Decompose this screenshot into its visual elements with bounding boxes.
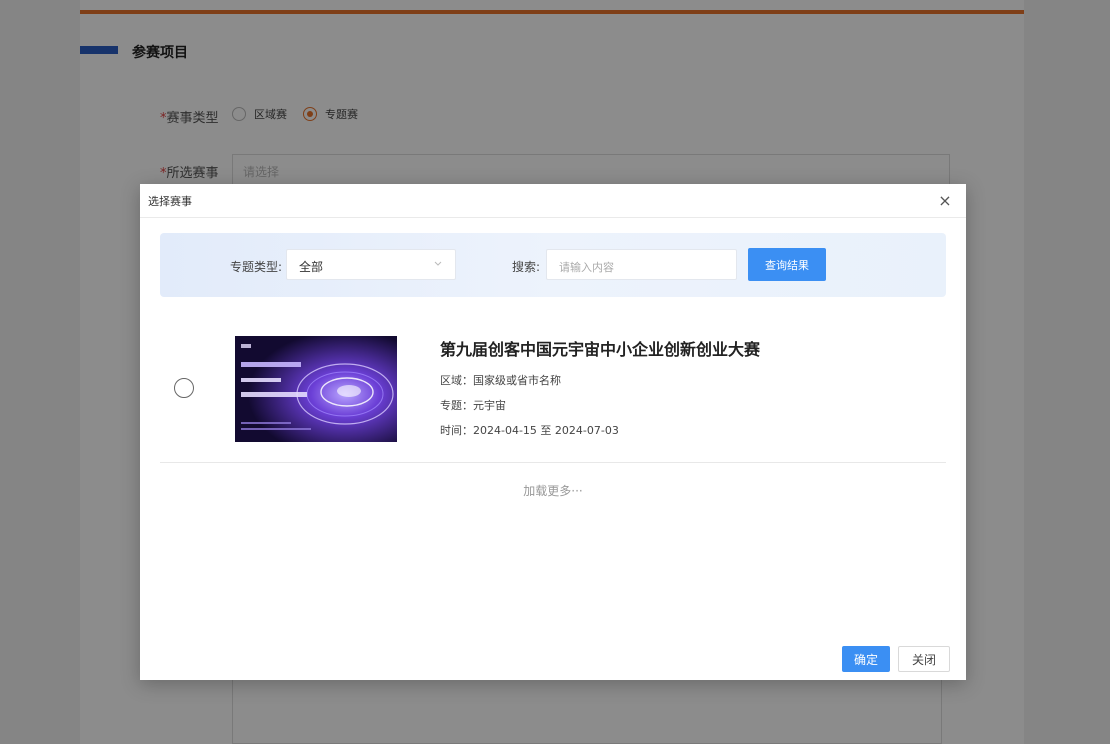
dialog-header: 选择赛事 × [140,184,966,218]
result-item[interactable]: 第九届创客中国元宇宙中小企业创新创业大赛 区域：国家级或省市名称 专题：元宇宙 … [160,324,946,463]
close-icon[interactable]: × [936,191,954,210]
result-radio[interactable] [174,378,194,398]
topic-type-select[interactable]: 全部 [286,249,456,280]
result-title: 第九届创客中国元宇宙中小企业创新创业大赛 [440,340,761,359]
search-label: 搜索: [512,260,541,274]
search-input[interactable]: 请输入内容 [546,249,737,280]
topic-type-label: 专题类型: [230,260,283,274]
confirm-button[interactable]: 确定 [842,646,890,672]
select-event-dialog: 选择赛事 × 专题类型: 全部 搜索: 请输入内容 查询结果 第九届创客中国元宇… [140,184,966,680]
load-more-link[interactable]: 加载更多··· [140,482,966,499]
result-region: 区域：国家级或省市名称 [440,374,561,387]
dialog-footer: 确定 关闭 [842,646,950,672]
filter-bar: 专题类型: 全部 搜索: 请输入内容 查询结果 [160,233,946,297]
chevron-down-icon [433,258,443,271]
dialog-title: 选择赛事 [148,194,192,208]
topic-type-value: 全部 [299,260,324,274]
event-thumbnail [235,336,397,442]
result-topic: 专题：元宇宙 [440,399,506,412]
close-button[interactable]: 关闭 [898,646,950,672]
result-time: 时间：2024-04-15 至 2024-07-03 [440,424,619,437]
query-button[interactable]: 查询结果 [748,248,826,281]
